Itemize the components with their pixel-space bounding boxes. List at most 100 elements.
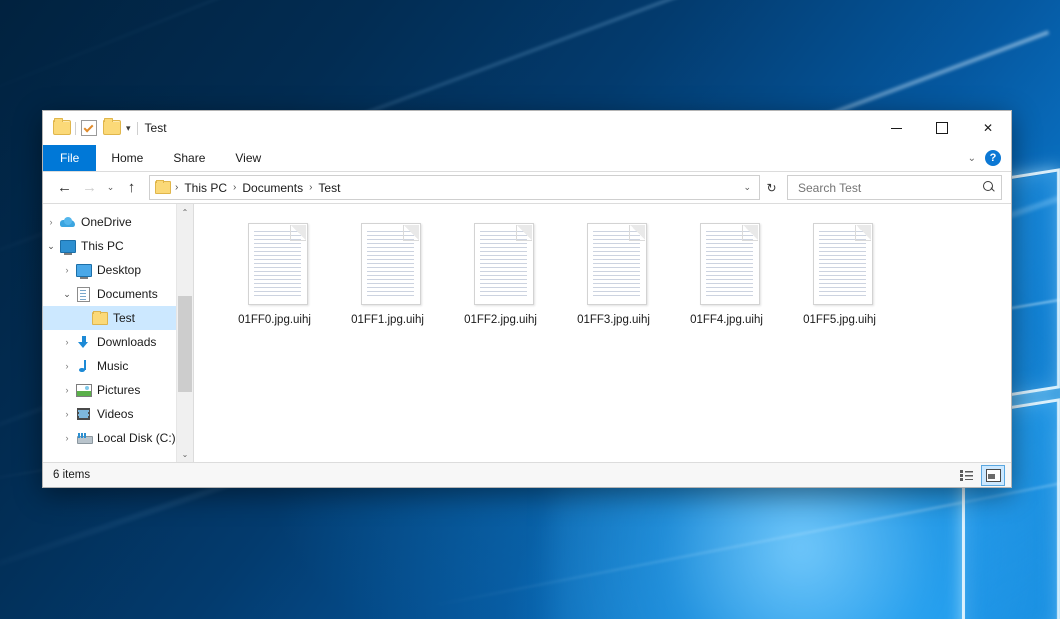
sidebar-item-label: Pictures: [97, 383, 140, 397]
recent-locations-button[interactable]: ⌄: [102, 175, 119, 200]
chevron-down-icon[interactable]: ⌄: [43, 241, 59, 252]
file-item[interactable]: 01FF1.jpg.uihj: [331, 218, 444, 329]
tab-share[interactable]: Share: [158, 145, 220, 171]
tab-view[interactable]: View: [220, 145, 276, 171]
up-button[interactable]: ↑: [119, 175, 144, 200]
folder-icon: [155, 181, 171, 194]
navigation-pane: › OneDrive ⌄ This PC › Desktop ⌄: [43, 204, 193, 462]
sidebar-item-label: Downloads: [97, 335, 156, 349]
scroll-up-arrow-icon[interactable]: ⌃: [177, 204, 193, 220]
forward-button[interactable]: →: [77, 175, 102, 200]
chevron-right-icon[interactable]: ›: [59, 409, 75, 419]
sidebar-item-label: Videos: [97, 407, 133, 421]
sidebar-item-label: Music: [97, 359, 128, 373]
scrollbar-thumb[interactable]: [178, 296, 192, 392]
help-icon[interactable]: ?: [985, 150, 1001, 166]
sidebar-item-label: Local Disk (C:): [97, 431, 176, 445]
properties-icon[interactable]: [81, 120, 98, 137]
title-bar: ▾ Test ✕: [43, 111, 1011, 145]
sidebar-item-label: Desktop: [97, 263, 141, 277]
sidebar-item-documents[interactable]: ⌄ Documents: [43, 282, 193, 306]
chevron-right-icon[interactable]: ›: [59, 337, 75, 347]
sidebar-item-test[interactable]: Test: [43, 306, 193, 330]
sidebar-item-desktop[interactable]: › Desktop: [43, 258, 193, 282]
file-name-label: 01FF2.jpg.uihj: [462, 313, 539, 327]
file-name-label: 01FF4.jpg.uihj: [688, 313, 765, 327]
chevron-right-icon[interactable]: ›: [59, 361, 75, 371]
chevron-right-icon[interactable]: ›: [43, 217, 59, 227]
ribbon-tabs: File Home Share View ⌄ ?: [43, 145, 1011, 172]
status-bar: 6 items: [43, 462, 1011, 487]
tab-file[interactable]: File: [43, 145, 96, 171]
file-item[interactable]: 01FF0.jpg.uihj: [218, 218, 331, 329]
file-explorer-window: ▾ Test ✕ File Home Share View ⌄ ? ← → ⌄ …: [42, 110, 1012, 488]
maximize-button[interactable]: [919, 111, 965, 145]
address-dropdown-icon[interactable]: ⌄: [738, 182, 756, 193]
sidebar-item-downloads[interactable]: › Downloads: [43, 330, 193, 354]
file-name-label: 01FF3.jpg.uihj: [575, 313, 652, 327]
folder-properties-icon[interactable]: [53, 120, 70, 137]
video-icon: [75, 408, 92, 420]
sidebar-item-this-pc[interactable]: ⌄ This PC: [43, 234, 193, 258]
toolbar-separator: [137, 122, 138, 135]
file-name-label: 01FF1.jpg.uihj: [349, 313, 426, 327]
refresh-button[interactable]: ↻: [760, 175, 783, 200]
file-list-view[interactable]: 01FF0.jpg.uihj 01FF1.jpg.uihj 01FF2.jpg.…: [194, 204, 1011, 462]
search-box[interactable]: [787, 175, 1002, 200]
breadcrumb-item-test[interactable]: Test: [314, 179, 344, 197]
chevron-right-icon[interactable]: ›: [59, 433, 75, 443]
file-grid: 01FF0.jpg.uihj 01FF1.jpg.uihj 01FF2.jpg.…: [218, 218, 1011, 329]
breadcrumb-separator: ›: [231, 182, 238, 193]
chevron-down-icon[interactable]: ▾: [125, 124, 132, 133]
file-name-label: 01FF5.jpg.uihj: [801, 313, 878, 327]
file-name-label: 01FF0.jpg.uihj: [236, 313, 313, 327]
generic-document-icon: [355, 223, 420, 305]
folder-icon: [91, 312, 108, 325]
download-icon: [75, 336, 92, 349]
sidebar-item-label: Documents: [97, 287, 158, 301]
file-item[interactable]: 01FF5.jpg.uihj: [783, 218, 896, 329]
generic-document-icon: [694, 223, 759, 305]
disk-icon: [75, 433, 92, 444]
sidebar-item-label: This PC: [81, 239, 124, 253]
search-input[interactable]: [796, 180, 983, 196]
breadcrumb-separator: ›: [173, 182, 180, 193]
sidebar-item-music[interactable]: › Music: [43, 354, 193, 378]
chevron-down-icon[interactable]: ⌄: [968, 153, 976, 164]
generic-document-icon: [581, 223, 646, 305]
large-icons-view-button[interactable]: [981, 465, 1005, 486]
chevron-right-icon[interactable]: ›: [59, 385, 75, 395]
chevron-right-icon[interactable]: ›: [59, 265, 75, 275]
address-bar: ← → ⌄ ↑ › This PC › Documents › Test ⌄ ↻: [43, 172, 1011, 203]
file-item[interactable]: 01FF3.jpg.uihj: [557, 218, 670, 329]
pictures-icon: [75, 384, 92, 397]
file-item[interactable]: 01FF2.jpg.uihj: [444, 218, 557, 329]
sidebar-item-pictures[interactable]: › Pictures: [43, 378, 193, 402]
sidebar-item-label: Test: [113, 311, 135, 325]
back-button[interactable]: ←: [52, 175, 77, 200]
music-icon: [75, 360, 92, 373]
details-view-button[interactable]: [954, 465, 978, 486]
close-button[interactable]: ✕: [965, 111, 1011, 145]
scroll-down-arrow-icon[interactable]: ⌄: [177, 446, 193, 462]
breadcrumb-item-documents[interactable]: Documents: [238, 179, 307, 197]
sidebar-scrollbar[interactable]: ⌃ ⌄: [176, 204, 193, 462]
document-icon: [75, 287, 92, 302]
window-body: › OneDrive ⌄ This PC › Desktop ⌄: [43, 203, 1011, 462]
tab-home[interactable]: Home: [96, 145, 158, 171]
new-folder-icon[interactable]: [103, 120, 120, 137]
generic-document-icon: [807, 223, 872, 305]
chevron-down-icon[interactable]: ⌄: [59, 289, 75, 300]
breadcrumb[interactable]: › This PC › Documents › Test ⌄: [149, 175, 760, 200]
generic-document-icon: [468, 223, 533, 305]
search-icon[interactable]: [983, 181, 996, 194]
breadcrumb-item-this-pc[interactable]: This PC: [180, 179, 231, 197]
minimize-button[interactable]: [873, 111, 919, 145]
sidebar-item-onedrive[interactable]: › OneDrive: [43, 210, 193, 234]
toolbar-separator: [75, 122, 76, 135]
sidebar-item-videos[interactable]: › Videos: [43, 402, 193, 426]
sidebar-item-local-disk-c[interactable]: › Local Disk (C:): [43, 426, 193, 450]
file-item[interactable]: 01FF4.jpg.uihj: [670, 218, 783, 329]
breadcrumb-separator: ›: [307, 182, 314, 193]
item-count-label: 6 items: [53, 469, 90, 481]
